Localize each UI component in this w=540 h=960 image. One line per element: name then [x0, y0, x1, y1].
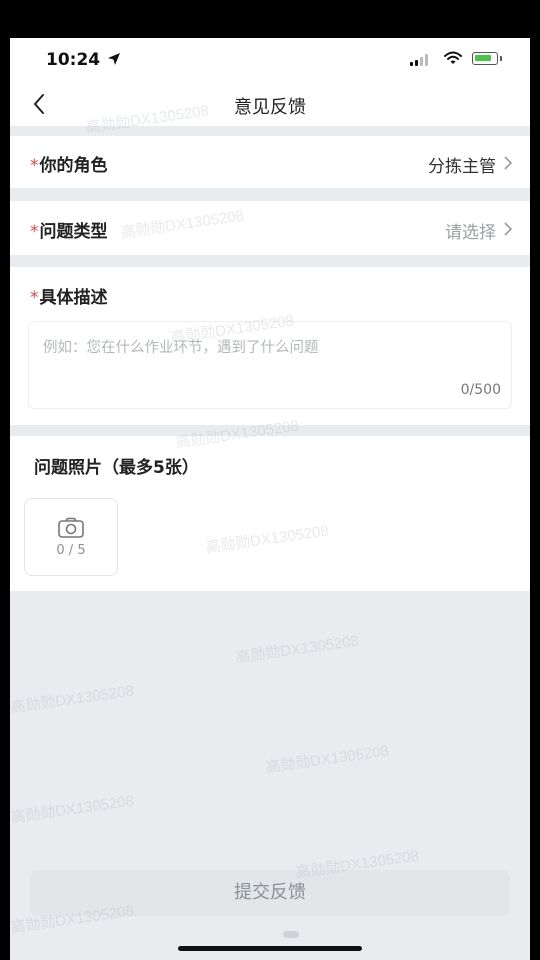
issue-type-label: *问题类型: [30, 217, 108, 242]
description-label: *具体描述: [30, 283, 108, 308]
role-label: *你的角色: [30, 151, 108, 176]
issue-type-label-text: 问题类型: [39, 222, 108, 242]
photo-count: 0 / 5: [56, 543, 86, 558]
keyboard-handle: [283, 931, 299, 938]
watermark: 高勋勋DX1305208: [10, 682, 135, 717]
battery-cap: [500, 56, 502, 61]
required-mark: *: [30, 156, 39, 176]
required-mark: *: [30, 288, 39, 308]
photos-section: 问题照片（最多5张） 0 / 5: [10, 436, 530, 591]
issue-type-row[interactable]: *问题类型 请选择: [10, 201, 530, 255]
page-title: 意见反馈: [234, 97, 306, 118]
chevron-right-icon: [504, 222, 513, 236]
submit-feedback-button[interactable]: 提交反馈: [30, 870, 510, 916]
watermark: 高勋勋DX1305208: [234, 632, 360, 667]
required-mark: *: [30, 222, 39, 242]
photo-upload-button[interactable]: 0 / 5: [24, 498, 118, 576]
home-indicator: [178, 946, 362, 951]
issue-type-value: 请选择: [445, 223, 496, 243]
watermark: 高勋勋DX1305208: [10, 792, 135, 827]
camera-icon: [58, 517, 84, 538]
watermark: 高勋勋DX1305208: [264, 742, 390, 777]
char-counter: 0/500: [460, 382, 501, 398]
app-screen: 10:24 意见反馈 *你的角色 分拣主管 *问题类型 请选择 *具体描述 例如…: [10, 38, 530, 960]
description-section: *具体描述 例如：您在什么作业环节，遇到了什么问题 0/500: [10, 267, 530, 425]
battery-icon: [472, 52, 498, 65]
signal-icon: [410, 54, 428, 66]
role-value: 分拣主管: [428, 157, 496, 177]
status-time: 10:24: [46, 50, 101, 70]
photos-label: 问题照片（最多5张）: [34, 458, 199, 478]
description-label-text: 具体描述: [39, 288, 108, 308]
description-input[interactable]: 例如：您在什么作业环节，遇到了什么问题 0/500: [28, 321, 512, 409]
nav-bar: 意见反馈: [10, 82, 530, 126]
wifi-icon: [444, 51, 462, 64]
chevron-right-icon: [504, 156, 513, 170]
role-row[interactable]: *你的角色 分拣主管: [10, 136, 530, 188]
status-bar: 10:24: [10, 38, 530, 82]
location-arrow-icon: [108, 53, 120, 65]
description-placeholder: 例如：您在什么作业环节，遇到了什么问题: [43, 340, 319, 356]
role-label-text: 你的角色: [39, 156, 108, 176]
